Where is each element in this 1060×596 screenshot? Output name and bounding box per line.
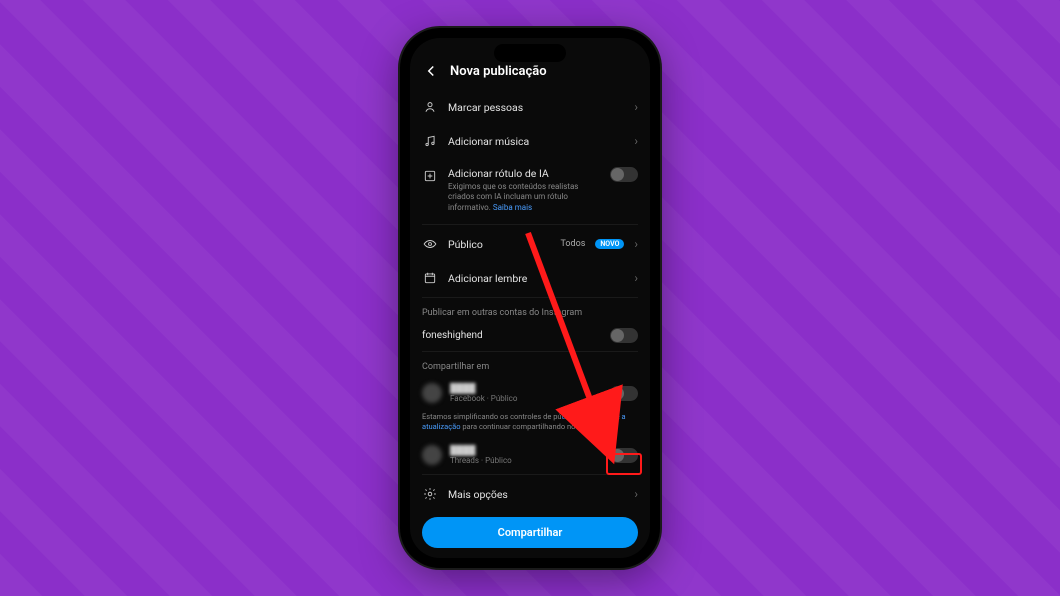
learn-more-link[interactable]: Saiba mais — [493, 203, 532, 212]
more-options-row[interactable]: Mais opções › — [422, 477, 638, 511]
threads-account-row[interactable]: ████ Threads · Público — [422, 438, 638, 472]
audience-value: Todos — [560, 239, 585, 249]
share-on-section: Compartilhar em — [422, 354, 638, 376]
ai-label-row[interactable]: Adicionar rótulo de IA Exigimos que os c… — [422, 158, 638, 222]
facebook-toggle[interactable] — [610, 386, 638, 401]
phone-notch — [494, 44, 566, 62]
threads-account-name: ████ — [450, 445, 602, 456]
add-music-row[interactable]: Adicionar música › — [422, 124, 638, 158]
facebook-account-name: ████ — [450, 383, 602, 394]
add-reminder-label: Adicionar lembre — [448, 272, 624, 285]
page-title: Nova publicação — [450, 64, 547, 79]
ig-account-row[interactable]: foneshighend — [422, 322, 638, 349]
threads-toggle[interactable] — [610, 448, 638, 463]
eye-icon — [422, 236, 438, 252]
threads-account-sub: Threads · Público — [450, 456, 602, 465]
ai-label-toggle[interactable] — [610, 167, 638, 182]
chevron-right-icon: › — [634, 100, 638, 114]
add-reminder-row[interactable]: Adicionar lembre › — [422, 261, 638, 295]
ai-label-sub: Exigimos que os conteúdos realistas cria… — [448, 182, 600, 213]
gear-icon — [422, 486, 438, 502]
other-accounts-section: Publicar em outras contas do Instagram — [422, 300, 638, 322]
back-arrow-icon[interactable] — [422, 62, 440, 80]
tag-people-label: Marcar pessoas — [448, 101, 624, 114]
facebook-disclaimer: Estamos simplificando os controles de pú… — [422, 410, 638, 438]
facebook-account-sub: Facebook · Público — [450, 394, 602, 403]
threads-avatar — [422, 445, 442, 465]
person-icon — [422, 99, 438, 115]
tag-people-row[interactable]: Marcar pessoas › — [422, 90, 638, 124]
add-music-label: Adicionar música — [448, 135, 624, 148]
phone-frame: Nova publicação Marcar pessoas › Adicion… — [400, 28, 660, 568]
more-options-label: Mais opções — [448, 488, 624, 501]
new-badge: NOVO — [595, 239, 624, 249]
chevron-right-icon: › — [634, 487, 638, 501]
facebook-avatar — [422, 383, 442, 403]
chevron-right-icon: › — [634, 134, 638, 148]
chevron-right-icon: › — [634, 237, 638, 251]
settings-content: Marcar pessoas › Adicionar música › Adic… — [410, 90, 650, 513]
ai-label-title: Adicionar rótulo de IA — [448, 167, 600, 180]
ai-label-col: Adicionar rótulo de IA Exigimos que os c… — [448, 167, 600, 213]
music-icon — [422, 133, 438, 149]
chevron-right-icon: › — [634, 271, 638, 285]
ig-account-name: foneshighend — [422, 330, 600, 341]
facebook-account-row[interactable]: ████ Facebook · Público — [422, 376, 638, 410]
share-button[interactable]: Compartilhar — [422, 517, 638, 548]
sparkle-icon — [422, 168, 438, 184]
audience-row[interactable]: Público Todos NOVO › — [422, 227, 638, 261]
audience-label: Público — [448, 238, 550, 251]
calendar-icon — [422, 270, 438, 286]
app-screen: Nova publicação Marcar pessoas › Adicion… — [410, 38, 650, 558]
ig-account-toggle[interactable] — [610, 328, 638, 343]
